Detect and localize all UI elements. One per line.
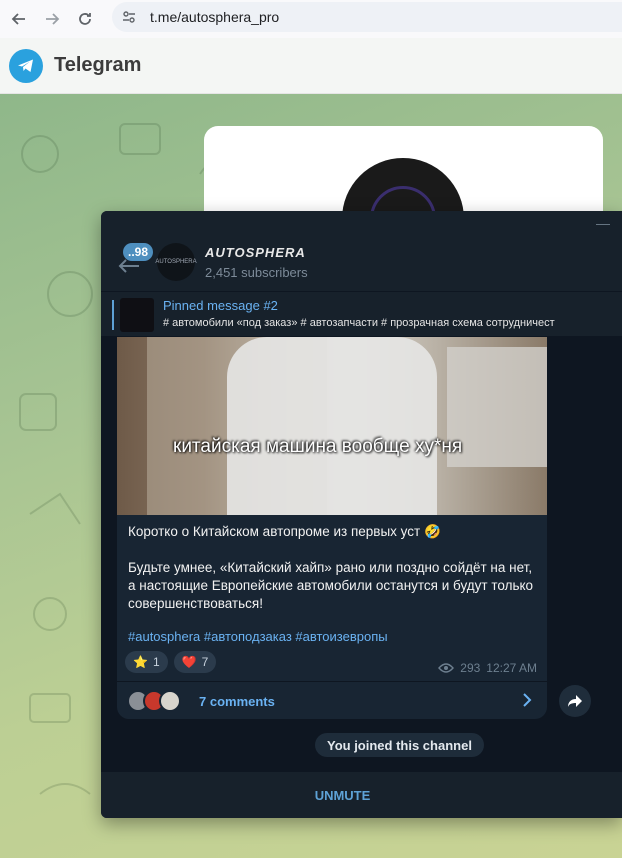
browser-reload-button[interactable] xyxy=(71,5,99,33)
commenter-avatars xyxy=(127,690,181,712)
share-icon xyxy=(568,695,582,707)
view-count: 293 xyxy=(460,661,481,675)
url-text: t.me/autosphera_pro xyxy=(150,9,280,25)
pinned-thumbnail xyxy=(120,298,154,332)
unmute-button[interactable]: UNMUTE xyxy=(315,788,371,803)
subscriber-count: 2,451 subscribers xyxy=(205,265,308,280)
back-arrow-icon[interactable] xyxy=(118,259,140,273)
channel-header[interactable]: ..98 AUTOSPHERA AUTOSPHERA 2,451 subscri… xyxy=(101,237,622,291)
star-icon: ⭐ xyxy=(133,655,148,669)
post-text: Коротко о Китайском автопроме из первых … xyxy=(128,523,538,613)
post-text-line: а настоящие Европейские автомобили остан… xyxy=(128,578,534,593)
channel-name: AUTOSPHERA xyxy=(205,245,306,260)
reaction-heart[interactable]: ❤️ 7 xyxy=(173,651,217,673)
pinned-preview-text: # автомобили «под заказ» # автозапчасти … xyxy=(163,317,555,329)
reaction-count: 1 xyxy=(152,655,160,669)
reaction-count: 7 xyxy=(201,655,209,669)
telegram-logo-icon[interactable] xyxy=(9,48,43,83)
reaction-star[interactable]: ⭐ 1 xyxy=(125,651,168,673)
reload-icon xyxy=(79,13,91,25)
telegram-web-header: Telegram xyxy=(0,38,622,94)
video-caption-overlay: китайская машина вообще ху*ня xyxy=(173,436,463,457)
telegram-channel-window: — ..98 AUTOSPHERA AUTOSPHERA 2,451 subsc… xyxy=(101,211,622,818)
site-settings-icon[interactable] xyxy=(114,9,144,25)
window-titlebar: — xyxy=(101,211,622,237)
reactions-row: ⭐ 1 ❤️ 7 xyxy=(125,651,217,673)
post-text-line: Будьте умнее, «Китайский хайп» рано или … xyxy=(128,560,533,575)
pinned-message-bar[interactable]: Pinned message #2 # автомобили «под зака… xyxy=(101,291,622,337)
channel-post-bubble[interactable]: китайская машина вообще ху*ня Коротко о … xyxy=(117,337,547,719)
comments-bar[interactable]: 7 comments xyxy=(117,681,547,719)
address-bar[interactable]: t.me/autosphera_pro xyxy=(112,2,622,32)
post-meta: 293 12:27 AM xyxy=(438,661,537,675)
forward-arrow-icon xyxy=(46,13,60,25)
post-text-line: совершенствоваться! xyxy=(128,596,263,611)
channel-avatar[interactable]: AUTOSPHERA xyxy=(155,243,197,281)
telegram-title: Telegram xyxy=(54,54,142,76)
service-message: You joined this channel xyxy=(315,733,484,757)
avatar xyxy=(159,690,181,712)
post-text-line: Коротко о Китайском автопроме из первых … xyxy=(128,524,441,539)
minimize-icon[interactable]: — xyxy=(596,215,610,231)
pinned-indicator xyxy=(112,300,114,330)
back-arrow-icon xyxy=(11,13,25,25)
heart-icon: ❤️ xyxy=(181,655,197,669)
comments-count[interactable]: 7 comments xyxy=(199,694,275,709)
browser-back-button[interactable] xyxy=(5,5,33,33)
chevron-right-icon[interactable] xyxy=(521,692,533,708)
post-video[interactable]: китайская машина вообще ху*ня xyxy=(117,337,547,515)
pinned-title: Pinned message #2 xyxy=(163,298,278,313)
share-button[interactable] xyxy=(559,685,591,717)
post-hashtags[interactable]: #autosphera #автоподзаказ #автоизевропы xyxy=(128,629,388,644)
post-time: 12:27 AM xyxy=(486,661,537,675)
channel-avatar-label: AUTOSPHERA xyxy=(155,259,197,265)
eye-icon xyxy=(438,663,455,673)
chat-history[interactable]: китайская машина вообще ху*ня Коротко о … xyxy=(101,337,622,772)
browser-forward-button[interactable] xyxy=(38,5,66,33)
browser-toolbar: t.me/autosphera_pro xyxy=(0,0,622,38)
channel-bottom-bar: UNMUTE xyxy=(101,772,622,818)
unread-count-badge: ..98 xyxy=(123,243,154,261)
